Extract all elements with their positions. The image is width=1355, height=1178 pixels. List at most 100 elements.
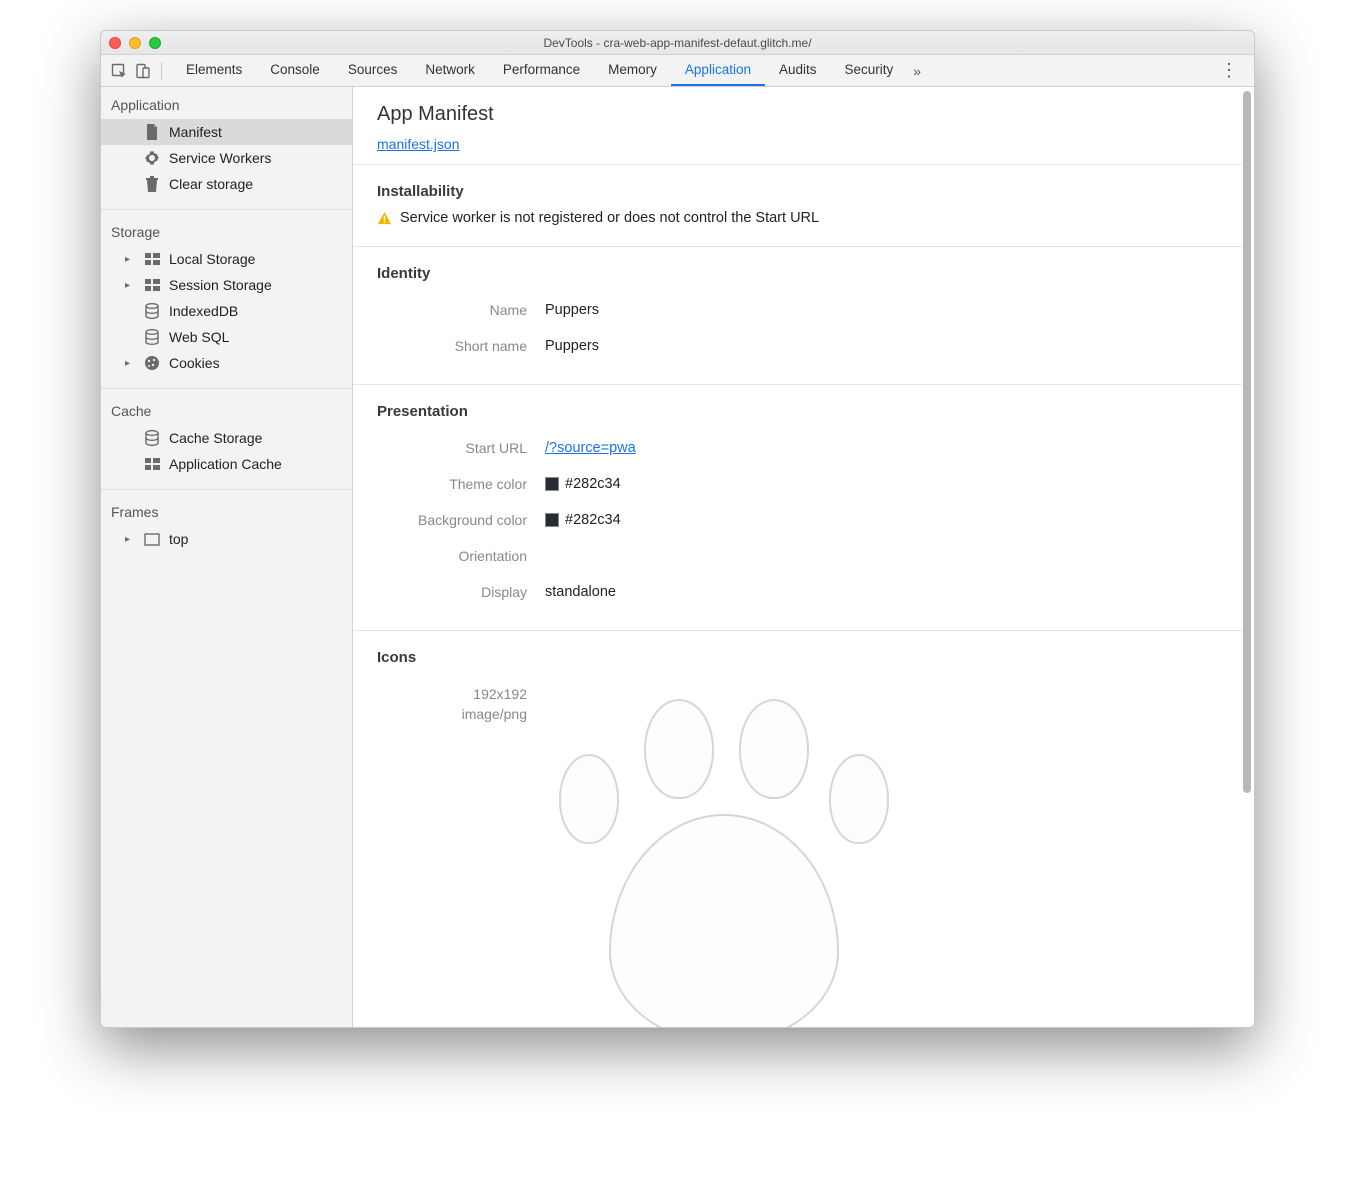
sidebar-item-websql[interactable]: ▸Web SQL (101, 324, 352, 350)
db-icon (143, 328, 161, 346)
db-icon (143, 302, 161, 320)
sidebar-item-session[interactable]: ▸ Session Storage (101, 272, 352, 298)
name-label: Name (377, 302, 527, 318)
manifest-title: App Manifest (377, 103, 1218, 126)
tab-console[interactable]: Console (256, 55, 334, 86)
sidebar-item-label: Clear storage (169, 176, 253, 192)
bg-value: #282c34 (565, 512, 621, 528)
display-value: standalone (545, 584, 616, 600)
grid-icon (143, 276, 161, 294)
panel-tabs: ElementsConsoleSourcesNetworkPerformance… (172, 55, 907, 86)
traffic-lights (109, 37, 161, 49)
identity-heading: Identity (377, 265, 1218, 282)
display-label: Display (377, 584, 527, 600)
shortname-value: Puppers (545, 338, 599, 354)
sidebar-section-application: Application (101, 87, 352, 119)
identity-section: Identity NamePuppers Short namePuppers (353, 247, 1242, 385)
tab-network[interactable]: Network (411, 55, 489, 86)
cookie-icon (143, 354, 161, 372)
sidebar-section-cache: Cache (101, 393, 352, 425)
close-window-button[interactable] (109, 37, 121, 49)
bg-label: Background color (377, 512, 527, 528)
sidebar-item-label: Web SQL (169, 329, 229, 345)
sidebar-item-label: Local Storage (169, 251, 255, 267)
installability-warning: Service worker is not registered or does… (377, 210, 1218, 226)
tab-audits[interactable]: Audits (765, 55, 831, 86)
devtools-window: DevTools - cra-web-app-manifest-defaut.g… (100, 30, 1255, 1028)
installability-section: Installability Service worker is not reg… (353, 165, 1242, 247)
toolbar-separator (161, 62, 162, 80)
sidebar-item-label: IndexedDB (169, 303, 238, 319)
sidebar-item-idb[interactable]: ▸IndexedDB (101, 298, 352, 324)
sidebar-section-storage: Storage (101, 214, 352, 246)
sidebar-item-cachestore[interactable]: ▸Cache Storage (101, 425, 352, 451)
sidebar-item-label: Manifest (169, 124, 222, 140)
grid-icon (143, 455, 161, 473)
tab-application[interactable]: Application (671, 55, 765, 86)
panel-body: Application▸Manifest▸Service Workers▸Cle… (101, 87, 1254, 1027)
icons-heading: Icons (377, 649, 1218, 666)
more-tabs-icon[interactable]: » (907, 63, 927, 79)
manifest-link[interactable]: manifest.json (377, 136, 459, 152)
sidebar-item-local[interactable]: ▸ Local Storage (101, 246, 352, 272)
warning-text: Service worker is not registered or does… (400, 210, 819, 226)
bg-swatch (545, 513, 559, 527)
tab-sources[interactable]: Sources (334, 55, 412, 86)
warning-icon (377, 211, 392, 226)
trash-icon (143, 175, 161, 193)
tab-security[interactable]: Security (831, 55, 908, 86)
scrollbar-thumb[interactable] (1243, 91, 1251, 793)
tab-memory[interactable]: Memory (594, 55, 671, 86)
theme-value: #282c34 (565, 476, 621, 492)
manifest-header: App Manifest manifest.json (353, 87, 1242, 165)
device-toggle-icon[interactable] (131, 59, 155, 83)
tab-performance[interactable]: Performance (489, 55, 594, 86)
expand-icon[interactable]: ▸ (125, 254, 135, 265)
expand-icon[interactable]: ▸ (125, 358, 135, 369)
installability-heading: Installability (377, 183, 1218, 200)
app-icon-preview (549, 684, 949, 964)
kebab-menu-icon[interactable]: ⋮ (1210, 60, 1248, 81)
sidebar-item-cookies[interactable]: ▸ Cookies (101, 350, 352, 376)
sidebar-item-clear[interactable]: ▸Clear storage (101, 171, 352, 197)
sidebar-item-label: Application Cache (169, 456, 282, 472)
sidebar-item-label: top (169, 531, 188, 547)
orientation-label: Orientation (377, 548, 527, 564)
sidebar-item-sw[interactable]: ▸Service Workers (101, 145, 352, 171)
starturl-link[interactable]: /?source=pwa (545, 440, 636, 456)
icon-mime: image/png (377, 704, 527, 724)
sidebar-item-appcache[interactable]: ▸Application Cache (101, 451, 352, 477)
vertical-scrollbar[interactable] (1242, 89, 1252, 1025)
zoom-window-button[interactable] (149, 37, 161, 49)
tab-elements[interactable]: Elements (172, 55, 256, 86)
gear-icon (143, 149, 161, 167)
theme-swatch (545, 477, 559, 491)
presentation-section: Presentation Start URL /?source=pwa Theme… (353, 385, 1242, 631)
frame-icon (143, 530, 161, 548)
theme-label: Theme color (377, 476, 527, 492)
name-value: Puppers (545, 302, 599, 318)
expand-icon[interactable]: ▸ (125, 534, 135, 545)
application-sidebar: Application▸Manifest▸Service Workers▸Cle… (101, 87, 353, 1027)
icon-meta: 192x192 image/png (377, 684, 527, 964)
starturl-label: Start URL (377, 440, 527, 456)
file-icon (143, 123, 161, 141)
presentation-heading: Presentation (377, 403, 1218, 420)
sidebar-item-label: Service Workers (169, 150, 271, 166)
expand-icon[interactable]: ▸ (125, 280, 135, 291)
sidebar-item-manifest[interactable]: ▸Manifest (101, 119, 352, 145)
sidebar-item-label: Session Storage (169, 277, 272, 293)
icons-section: Icons 192x192 image/png (353, 631, 1242, 984)
minimize-window-button[interactable] (129, 37, 141, 49)
grid-icon (143, 250, 161, 268)
icon-size: 192x192 (377, 684, 527, 704)
titlebar: DevTools - cra-web-app-manifest-defaut.g… (101, 31, 1254, 55)
db-icon (143, 429, 161, 447)
inspect-icon[interactable] (107, 59, 131, 83)
sidebar-item-label: Cache Storage (169, 430, 262, 446)
sidebar-section-frames: Frames (101, 494, 352, 526)
sidebar-item-label: Cookies (169, 355, 220, 371)
toolbar: ElementsConsoleSourcesNetworkPerformance… (101, 55, 1254, 87)
manifest-panel: App Manifest manifest.json Installabilit… (353, 87, 1254, 1027)
sidebar-item-top[interactable]: ▸ top (101, 526, 352, 552)
